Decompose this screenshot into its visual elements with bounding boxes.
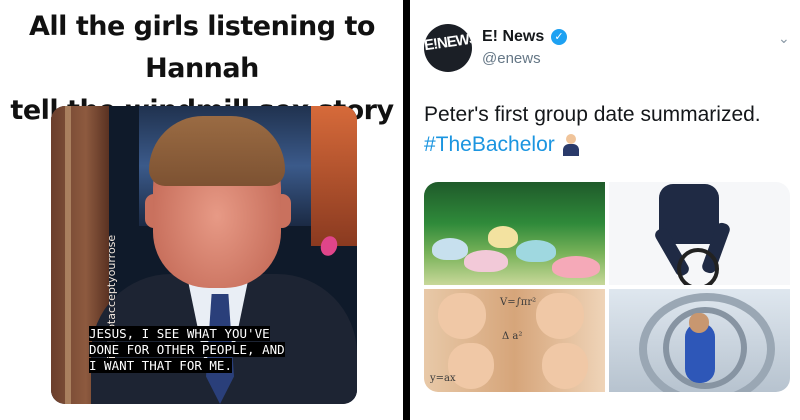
subtitle-line-2: DONE FOR OTHER PEOPLE, AND: [89, 342, 285, 357]
display-name[interactable]: E! News: [482, 28, 544, 46]
tweet-body: Peter's first group date summarized.: [424, 103, 761, 126]
media-grid[interactable]: V=∫πr² Δ a² y=ax: [424, 182, 790, 392]
tweet-text: Peter's first group date summarized. #Th…: [424, 100, 794, 160]
man-on-unicycle-image[interactable]: [609, 182, 790, 285]
spinning-ring-image[interactable]: [609, 289, 790, 392]
divider: [403, 0, 410, 420]
hashtag-link[interactable]: #TheBachelor: [424, 133, 555, 156]
subtitle-caption: JESUS, I SEE WHAT YOU'VE DONE FOR OTHER …: [89, 326, 329, 374]
teacups-ride-image[interactable]: [424, 182, 605, 285]
avatar-logo: E!NEWS: [424, 29, 472, 55]
subtitle-line-1: JESUS, I SEE WHAT YOU'VE: [89, 326, 270, 341]
meme-panel: All the girls listening to Hannah tell t…: [0, 0, 403, 420]
man-in-suit-emoji: [561, 133, 581, 157]
news-anchor-photo: @iwillnotacceptyourrose JESUS, I SEE WHA…: [51, 106, 357, 404]
avatar[interactable]: E!NEWS: [424, 24, 472, 72]
subtitle-line-3: I WANT THAT FOR ME.: [89, 358, 232, 373]
caption-line-1: All the girls listening to Hannah: [29, 11, 375, 84]
verified-badge-icon: ✓: [551, 29, 567, 45]
user-handle[interactable]: @enews: [482, 50, 541, 67]
confused-math-meme-image[interactable]: V=∫πr² Δ a² y=ax: [424, 289, 605, 392]
chevron-down-icon[interactable]: ⌄: [778, 30, 790, 47]
tweet-card: E!NEWS E! News ✓ @enews ⌄ Peter's first …: [410, 0, 800, 420]
